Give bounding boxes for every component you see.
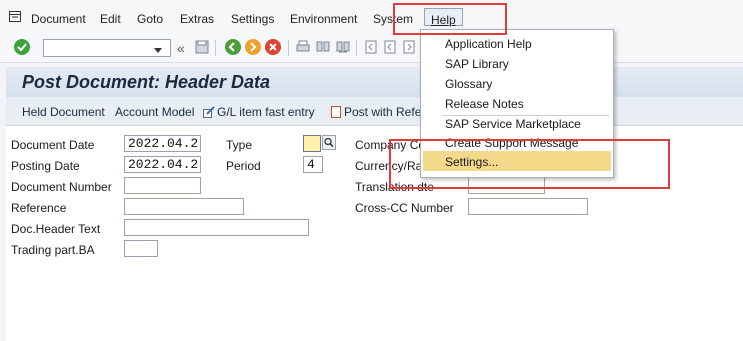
document-date-field[interactable]: [124, 135, 201, 152]
account-model-button[interactable]: Account Model: [115, 105, 194, 119]
gl-item-fast-entry-button[interactable]: G/L item fast entry: [203, 105, 315, 119]
period-field[interactable]: [303, 156, 323, 173]
previous-page-icon[interactable]: [383, 40, 397, 54]
cross-cc-number-label: Cross-CC Number: [355, 201, 454, 215]
document-number-field[interactable]: [124, 177, 201, 194]
type-label: Type: [226, 138, 253, 152]
reference-field[interactable]: [124, 198, 244, 215]
enter-check-icon[interactable]: [14, 39, 30, 55]
menu-document[interactable]: Document: [31, 12, 86, 26]
menu-application-help[interactable]: Application Help: [445, 37, 532, 51]
post-with-reference-button[interactable]: Post with Refe: [331, 105, 421, 119]
first-page-icon[interactable]: [364, 40, 378, 54]
menu-icon[interactable]: [9, 11, 21, 22]
menu-settings[interactable]: Settings: [231, 12, 274, 26]
period-label: Period: [226, 159, 261, 173]
back-chevron-icon[interactable]: «: [177, 40, 185, 56]
gl-item-fast-entry-label: G/L item fast entry: [217, 105, 315, 119]
help-menu-annotation-box: [393, 3, 507, 35]
menu-separator: [443, 115, 609, 116]
document-icon: [331, 106, 341, 118]
menu-goto[interactable]: Goto: [137, 12, 163, 26]
standard-toolbar: «: [0, 34, 743, 63]
settings-item-annotation-box: [389, 139, 670, 189]
search-help-icon[interactable]: [322, 135, 336, 150]
next-page-icon[interactable]: [402, 40, 416, 54]
trading-part-ba-label: Trading part.BA: [11, 243, 95, 257]
menu-edit[interactable]: Edit: [100, 12, 121, 26]
dropdown-arrow-icon[interactable]: [154, 43, 162, 53]
separator-icon: [288, 40, 289, 56]
print-icon[interactable]: [296, 40, 310, 54]
menu-bar: Document Edit Goto Extras Settings Envir…: [0, 0, 743, 34]
held-document-button[interactable]: Held Document: [22, 105, 105, 119]
type-field[interactable]: [303, 135, 321, 152]
find-next-icon[interactable]: [336, 40, 350, 54]
menu-environment[interactable]: Environment: [290, 12, 357, 26]
menu-glossary[interactable]: Glossary: [445, 77, 492, 91]
reference-label: Reference: [11, 201, 67, 215]
menu-sap-library[interactable]: SAP Library: [445, 57, 509, 71]
separator-icon: [215, 40, 216, 56]
page-title: Post Document: Header Data: [22, 72, 271, 92]
command-field[interactable]: [43, 39, 171, 57]
application-toolbar: Held Document Account Model G/L item fas…: [6, 97, 743, 126]
cross-cc-number-field[interactable]: [468, 198, 588, 215]
menu-release-notes[interactable]: Release Notes: [445, 97, 524, 111]
cancel-icon[interactable]: [265, 39, 281, 55]
find-icon[interactable]: [316, 40, 330, 54]
back-icon[interactable]: [225, 39, 241, 55]
posting-date-label: Posting Date: [11, 159, 80, 173]
trading-part-ba-field[interactable]: [124, 240, 158, 257]
document-date-label: Document Date: [11, 138, 95, 152]
title-bar: Post Document: Header Data: [6, 67, 743, 97]
exit-icon[interactable]: [245, 39, 261, 55]
document-number-label: Document Number: [11, 180, 112, 194]
doc-header-text-label: Doc.Header Text: [11, 222, 101, 236]
doc-header-text-field[interactable]: [124, 219, 309, 236]
menu-extras[interactable]: Extras: [180, 12, 214, 26]
post-with-reference-label: Post with Refe: [344, 105, 422, 119]
edit-pencil-icon: [203, 106, 215, 118]
menu-sap-service-marketplace[interactable]: SAP Service Marketplace: [445, 117, 581, 131]
separator-icon: [356, 40, 357, 56]
save-icon[interactable]: [195, 40, 209, 54]
posting-date-field[interactable]: [124, 156, 201, 173]
